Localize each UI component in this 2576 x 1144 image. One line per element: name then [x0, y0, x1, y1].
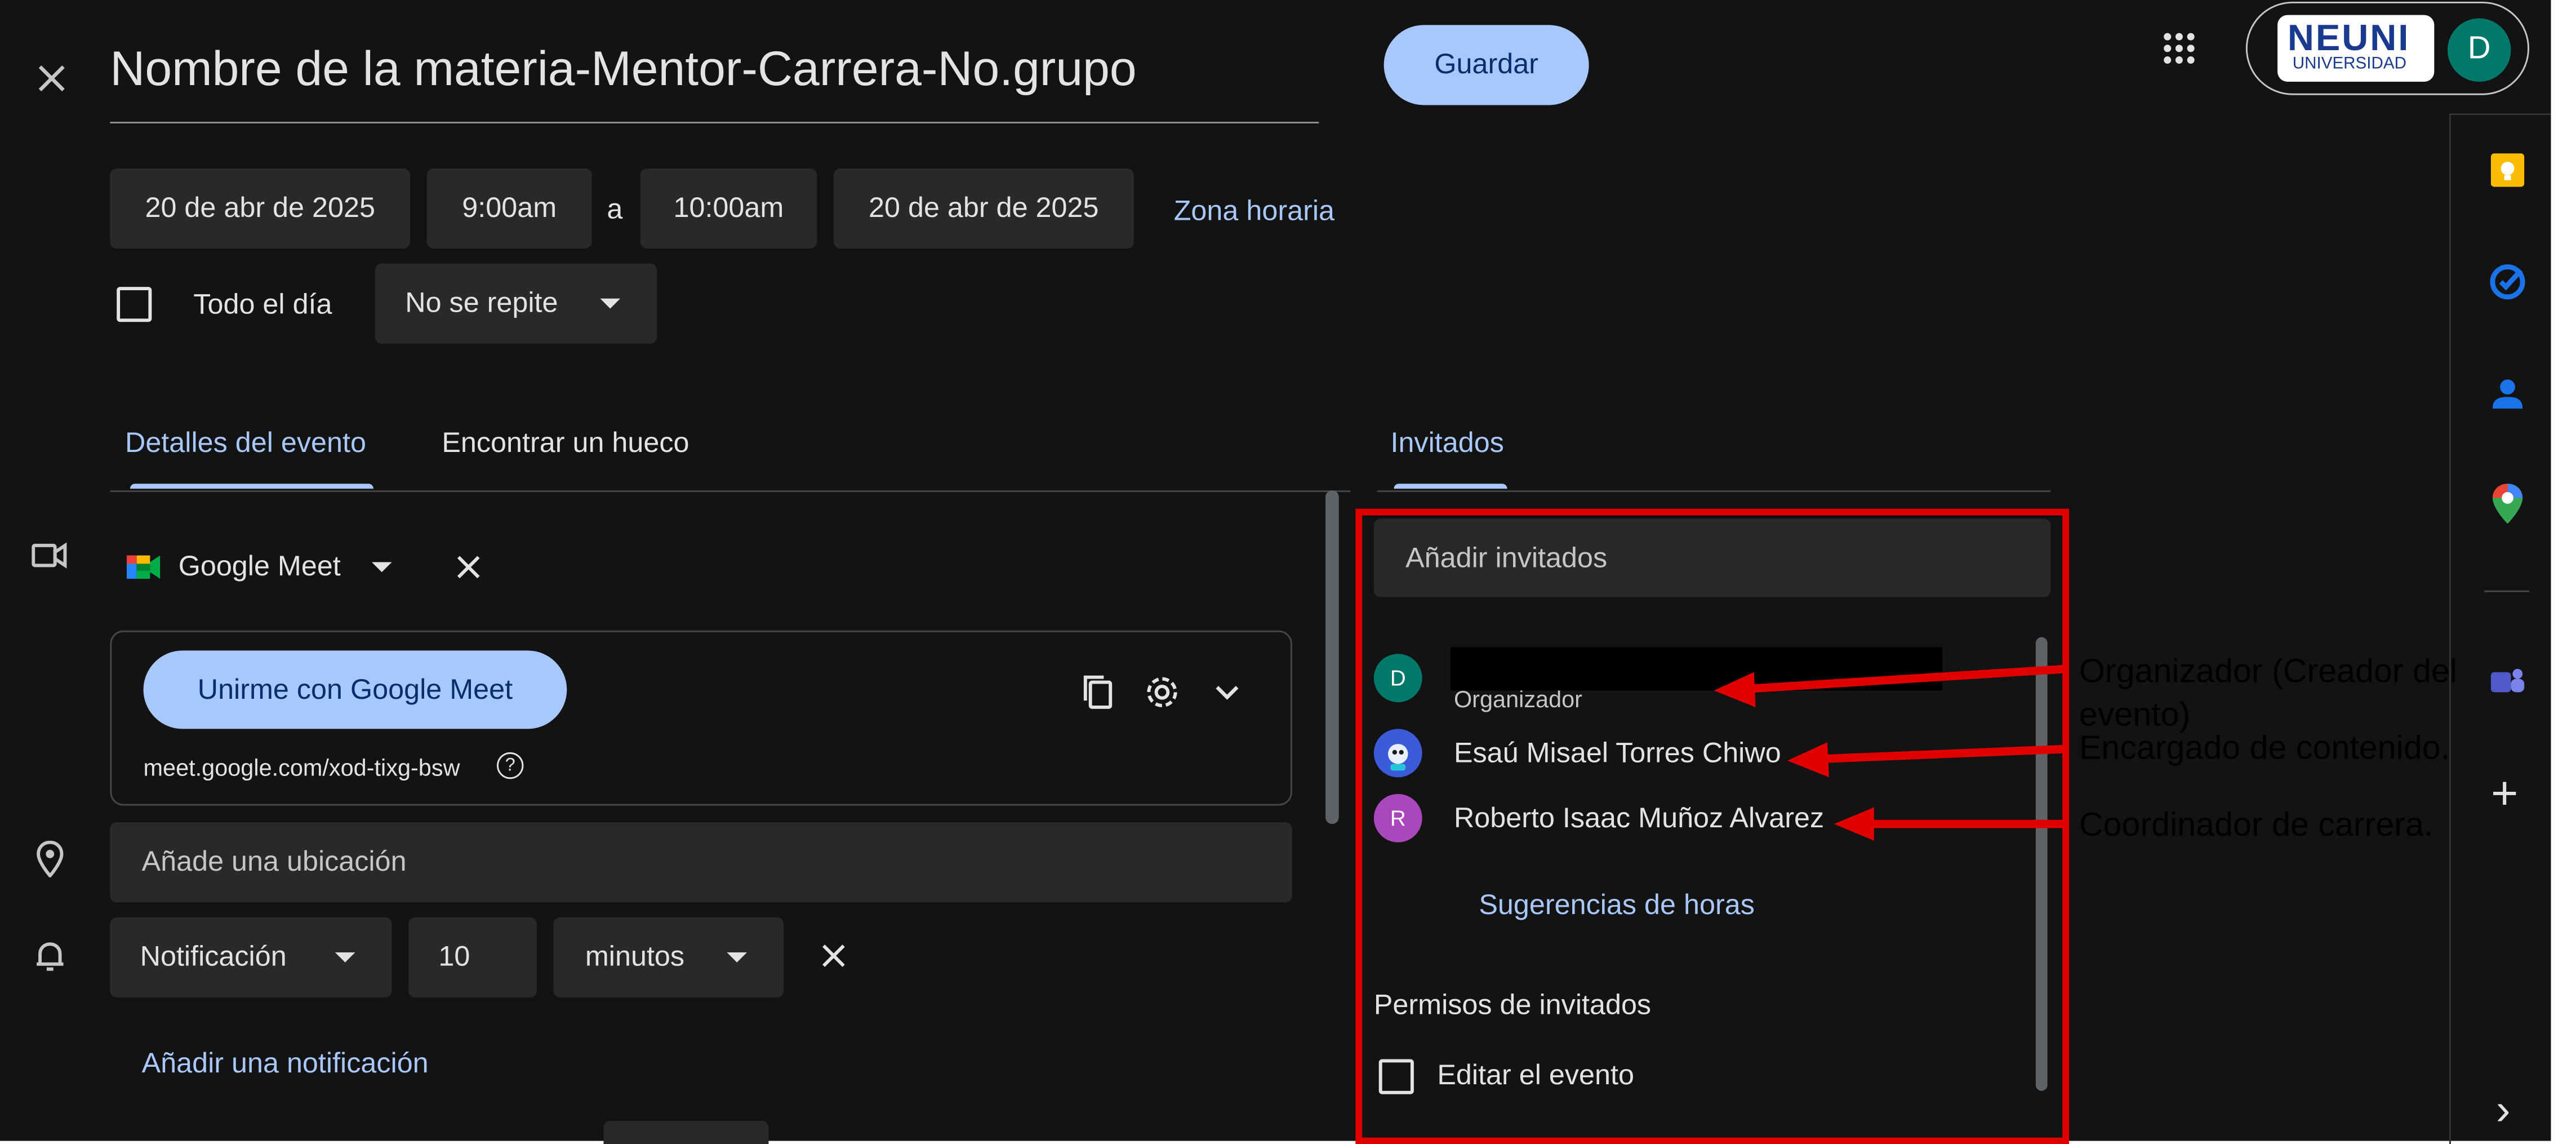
annotation-organizer-line2: evento): [2079, 697, 2191, 734]
annotation-coordinator: Coordinador de carrera.: [2079, 807, 2433, 844]
annotation-organizer-line1: Organizador (Creador del: [2079, 654, 2458, 691]
annotation-arrows: [1714, 664, 2068, 841]
annotation-content: Encargado de contenido.: [2079, 730, 2450, 768]
